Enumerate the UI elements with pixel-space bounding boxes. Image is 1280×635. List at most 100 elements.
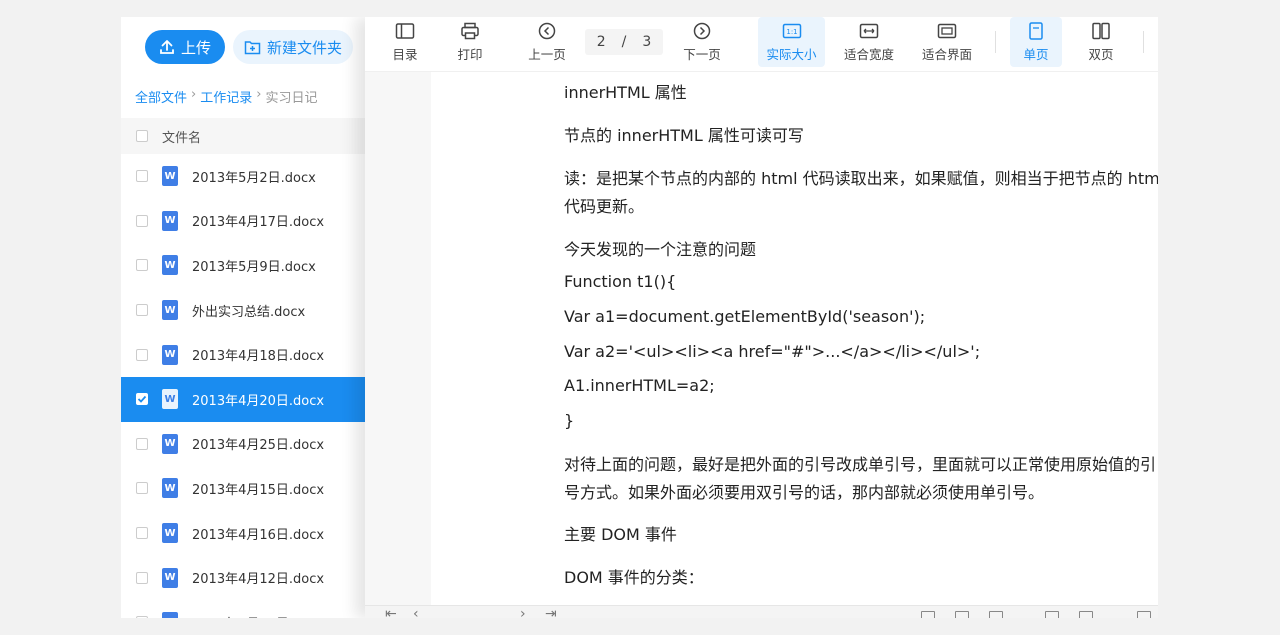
fit-window-button[interactable]: 适合界面 (915, 17, 979, 67)
file-row[interactable]: W 2013年5月9日.docx (121, 243, 365, 288)
file-checkbox[interactable] (136, 437, 148, 450)
file-checkbox[interactable] (136, 304, 148, 317)
actual-size-button[interactable]: 1:1 实际大小 (758, 17, 825, 67)
new-folder-icon (244, 40, 261, 54)
print-button[interactable]: 打印 (450, 17, 490, 67)
file-list-header: 文件名 (121, 118, 365, 154)
toolbar-divider (1143, 31, 1144, 53)
fit-width-button[interactable]: 适合宽度 (837, 17, 901, 67)
fit-window-label: 适合界面 (921, 46, 972, 62)
file-checkbox[interactable] (136, 214, 148, 227)
breadcrumb-separator: › (191, 87, 197, 102)
app-window: 上传 新建文件夹 全部文件 › 工作记录 › 实习日记 文件名 W 2013年5月… (121, 17, 1158, 618)
column-header-filename: 文件名 (162, 130, 202, 146)
fit-window-icon (937, 23, 957, 38)
toc-label: 目录 (392, 46, 418, 62)
chevron-right-circle-icon (693, 22, 711, 39)
doc-paragraph: 节点的 innerHTML 属性可读可写 (564, 126, 804, 145)
fit-width-label: 适合宽度 (843, 46, 894, 62)
total-pages: 3 (642, 34, 652, 50)
word-document-icon: W (162, 523, 178, 544)
fit-window-small-icon[interactable] (989, 611, 1003, 618)
file-row[interactable]: W 2013年4月20日.docx (121, 376, 365, 422)
doc-paragraph: innerHTML 属性 (564, 83, 687, 102)
document-scroll-area[interactable]: innerHTML 属性 节点的 innerHTML 属性可读可写 读：是把某个… (365, 72, 1158, 605)
double-page-icon (1092, 22, 1110, 39)
file-checkbox[interactable] (136, 393, 148, 406)
select-all-checkbox[interactable] (136, 130, 148, 142)
settings-small-icon[interactable] (1137, 611, 1151, 618)
file-name: 2013年4月16日.docx (192, 527, 325, 543)
file-row[interactable]: W 2013年4月25日.docx (121, 422, 365, 467)
file-checkbox[interactable] (136, 348, 148, 361)
upload-icon (160, 40, 174, 54)
file-list: W 2013年5月2日.docx W 2013年4月17日.docx W 2013年5月9… (121, 154, 365, 618)
file-row[interactable]: W 2013年4月14日.docx (121, 600, 365, 618)
breadcrumb-work-records[interactable]: 工作记录 (200, 87, 252, 106)
upload-button[interactable]: 上传 (145, 30, 225, 64)
viewer-toolbar: 目录 打印 上一页 2 / 3 下一页 1:1 实际大小 适合宽度 适合界面 单… (365, 17, 1158, 72)
file-name: 2013年4月18日.docx (192, 349, 325, 365)
doc-paragraph: A1.innerHTML=a2; (564, 376, 715, 395)
file-checkbox[interactable] (136, 527, 148, 540)
file-checkbox[interactable] (136, 482, 148, 495)
file-checkbox[interactable] (136, 571, 148, 584)
file-sidebar: 上传 新建文件夹 全部文件 › 工作记录 › 实习日记 文件名 W 2013年5月… (121, 17, 365, 618)
doc-paragraph: 对待上面的问题，最好是把外面的引号改成单引号，里面就可以正常使用原始值的引 (564, 455, 1157, 474)
file-name: 2013年4月25日.docx (192, 438, 325, 454)
file-row[interactable]: W 外出实习总结.docx (121, 288, 365, 333)
last-page-icon[interactable]: ⇥ (545, 607, 557, 618)
single-page-small-icon[interactable] (1045, 611, 1059, 618)
chevron-right-icon[interactable]: › (520, 607, 526, 618)
doc-paragraph: 号方式。如果外面必须要用双引号的话，那内部就必须使用单引号。 (564, 483, 1045, 502)
doc-paragraph: 代码更新。 (564, 197, 645, 216)
page-indicator[interactable]: 2 / 3 (585, 29, 663, 55)
fit-width-small-icon[interactable] (955, 611, 969, 618)
fit-width-icon (859, 23, 879, 38)
word-document-icon: W (162, 300, 178, 321)
upload-label: 上传 (180, 38, 211, 57)
single-page-button[interactable]: 单页 (1010, 17, 1062, 67)
printer-icon (461, 22, 479, 39)
breadcrumb: 全部文件 › 工作记录 › 实习日记 (135, 87, 317, 106)
word-document-icon: W (162, 166, 178, 187)
actual-size-small-icon[interactable] (921, 611, 935, 618)
actual-size-icon: 1:1 (782, 23, 801, 38)
double-page-small-icon[interactable] (1079, 611, 1093, 618)
file-checkbox[interactable] (136, 616, 148, 618)
toc-button[interactable]: 目录 (385, 17, 425, 67)
file-name: 2013年4月17日.docx (192, 215, 325, 231)
first-page-icon[interactable]: ⇤ (385, 607, 397, 618)
file-row[interactable]: W 2013年4月15日.docx (121, 466, 365, 511)
word-document-icon: W (162, 389, 178, 410)
file-row[interactable]: W 2013年4月12日.docx (121, 555, 365, 600)
file-name: 外出实习总结.docx (192, 304, 306, 320)
file-row[interactable]: W 2013年4月18日.docx (121, 332, 365, 377)
doc-paragraph: Var a1=document.getElementById('season')… (564, 307, 926, 326)
doc-paragraph: Function t1(){ (564, 272, 677, 291)
toolbar-divider (995, 31, 996, 53)
single-page-icon (1029, 21, 1043, 40)
doc-paragraph: Var a2='<ul><li><a href="#">...</a></li>… (564, 342, 981, 361)
word-document-icon: W (162, 210, 178, 231)
doc-paragraph: 主要 DOM 事件 (564, 525, 677, 544)
next-page-button[interactable]: 下一页 (680, 17, 724, 67)
breadcrumb-all-files[interactable]: 全部文件 (135, 87, 187, 106)
file-checkbox[interactable] (136, 259, 148, 272)
file-row[interactable]: W 2013年5月2日.docx (121, 154, 365, 199)
double-page-label: 双页 (1088, 46, 1114, 62)
file-row[interactable]: W 2013年4月16日.docx (121, 511, 365, 556)
chevron-left-icon[interactable]: ‹ (413, 607, 419, 618)
bottom-navigation-bar: ⇤ ‹ › ⇥ (365, 605, 1158, 618)
file-checkbox[interactable] (136, 170, 148, 183)
doc-paragraph: DOM 事件的分类： (564, 568, 704, 587)
breadcrumb-separator: › (256, 87, 262, 102)
single-page-label: 单页 (1023, 46, 1049, 62)
new-folder-button[interactable]: 新建文件夹 (233, 30, 353, 64)
double-page-button[interactable]: 双页 (1075, 17, 1127, 67)
prev-page-button[interactable]: 上一页 (525, 17, 569, 67)
file-name: 2013年4月12日.docx (192, 572, 325, 588)
file-row[interactable]: W 2013年4月17日.docx (121, 199, 365, 244)
word-document-icon: W (162, 612, 178, 618)
document-viewer: 目录 打印 上一页 2 / 3 下一页 1:1 实际大小 适合宽度 适合界面 单… (365, 17, 1158, 618)
